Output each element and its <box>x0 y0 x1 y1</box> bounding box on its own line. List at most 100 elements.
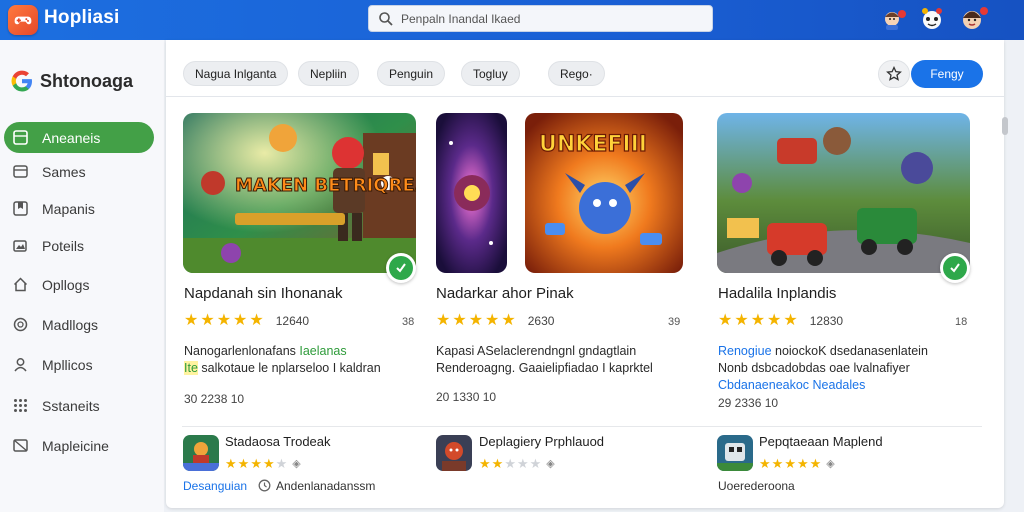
verified-badge-icon <box>386 253 416 283</box>
game-controller-icon[interactable] <box>8 5 38 35</box>
star-icon: ★ <box>796 456 809 471</box>
tag-icon: ◈ <box>826 458 835 470</box>
card-icon <box>12 164 28 180</box>
card-title[interactable]: Hadalila Inplandis <box>718 285 836 302</box>
star-icon: ★ <box>275 456 288 471</box>
game-card-art[interactable]: UNKEFIII <box>525 113 683 273</box>
rating-row: ★ ★ ★ ★ ★ 12640 <box>184 313 309 329</box>
mini-app-title[interactable]: Pepqtaeaan Maplend <box>759 434 883 449</box>
user-avatar-icon[interactable] <box>958 3 990 35</box>
sidebar-item-label: Poteils <box>42 237 85 254</box>
card-description: Kapasi ASelaclerendngnl gndagtlain Rende… <box>436 344 653 375</box>
star-rating: ★ ★ ★ ★ ★ <box>718 313 800 329</box>
star-icon: ★ <box>485 312 500 329</box>
star-icon: ★ <box>734 312 749 329</box>
game-card-art[interactable]: MAKEN BETRIQREAI <box>183 113 416 273</box>
mini-app-sub: Andenlanadanssm <box>276 479 376 493</box>
card-meta: 20 1330 10 <box>436 390 497 404</box>
star-icon: ★ <box>184 312 199 329</box>
star-icon: ★ <box>767 312 782 329</box>
brand[interactable]: Shtonoaga <box>8 67 133 95</box>
star-icon: ★ <box>529 456 542 471</box>
scroll-thumb[interactable] <box>1002 117 1008 135</box>
brand-name: Shtonoaga <box>40 70 133 91</box>
sidebar-item-label: Sames <box>42 163 86 180</box>
sidebar-item-poteils[interactable]: Poteils <box>4 230 154 261</box>
sidebar-item-mpllicos[interactable]: Mpllicos <box>4 349 154 380</box>
sidebar-item-label: Mapanis <box>42 200 95 217</box>
star-icon: ★ <box>250 456 262 471</box>
star-icon: ★ <box>479 456 491 471</box>
main-panel: Nagua Inlganta Nepliin Penguin Togluy Re… <box>166 40 1008 508</box>
card-meta: 30 2238 10 <box>184 392 245 406</box>
filter-chip[interactable]: Nepliin <box>298 61 359 86</box>
star-outline-icon <box>886 66 902 81</box>
card-title[interactable]: Napdanah sin Ihonanak <box>184 285 342 302</box>
star-icon: ★ <box>233 312 248 329</box>
scrollbar[interactable] <box>1002 112 1008 332</box>
sidebar-item-label: Mpllicos <box>42 356 93 373</box>
filter-chip[interactable]: Nagua Inlganta <box>183 61 289 86</box>
card-title[interactable]: Nadarkar ahor Pinak <box>436 285 574 302</box>
brand-logo-icon <box>11 70 32 92</box>
primary-action-button[interactable]: Fengy <box>911 60 983 88</box>
sidebar-item-opllogs[interactable]: Opllogs <box>4 269 154 300</box>
grid-icon <box>12 130 28 146</box>
sidebar-item-sstaneits[interactable]: Sstaneits <box>4 390 154 421</box>
mini-app-sub: Desanguian <box>183 479 248 493</box>
rating-count: 12640 <box>275 314 310 328</box>
search-bar[interactable] <box>368 5 713 32</box>
game-card-art[interactable] <box>717 113 970 273</box>
mini-app-icon[interactable] <box>183 435 219 471</box>
app-title: Hopliasi <box>44 7 120 28</box>
rating-row: ★ ★ ★ ★ ★ 2630 <box>436 313 554 329</box>
filter-chip[interactable]: Penguin <box>377 61 446 86</box>
card-meta: 29 2336 10 <box>718 396 779 410</box>
clock-icon <box>258 479 271 492</box>
star-icon: ★ <box>783 312 798 329</box>
star-icon: ★ <box>216 312 232 329</box>
star-icon: ★ <box>504 456 516 471</box>
mini-app-icon[interactable] <box>436 435 472 471</box>
home-icon <box>12 277 28 293</box>
filter-bar: Nagua Inlganta Nepliin Penguin Togluy Re… <box>166 40 1004 97</box>
star-icon: ★ <box>262 456 275 471</box>
star-rating: ★ ★ ★ ★ ★ ◈ <box>759 457 835 470</box>
sidebar-item-label: Aneaneis <box>42 129 101 146</box>
sidebar-item-madllogs[interactable]: Madllogs <box>4 309 154 340</box>
sidebar-item-label: Sstaneits <box>42 397 100 414</box>
sidebar-item-label: Opllogs <box>42 276 90 293</box>
star-icon: ★ <box>759 456 771 471</box>
rating-count: 12830 <box>809 314 844 328</box>
search-input[interactable] <box>401 10 701 28</box>
card-art-title: MAKEN BETRIQREAI <box>235 175 416 196</box>
top-bar: Hopliasi <box>0 0 1024 40</box>
mascot-avatar-icon[interactable] <box>878 3 910 35</box>
mini-app-title[interactable]: Deplagiery Prphlauod <box>479 434 604 449</box>
sidebar-item-mapanis[interactable]: Mapanis <box>4 193 154 224</box>
star-icon: ★ <box>771 456 784 471</box>
favorite-button[interactable] <box>878 60 910 88</box>
star-rating: ★ ★ ★ ★ ★ ◈ <box>479 457 555 470</box>
image-icon <box>12 238 28 254</box>
star-icon: ★ <box>436 312 451 329</box>
card-art-title: UNKEFIII <box>539 132 647 157</box>
mini-app-sub: Uoerederoona <box>718 479 795 493</box>
filter-chip[interactable]: Rego· <box>548 61 605 86</box>
sidebar: Shtonoaga Aneaneis Sames Mapanis Poteils… <box>0 40 164 512</box>
game-card-art-side[interactable] <box>436 113 507 273</box>
sidebar-item-aneaneis[interactable]: Aneaneis <box>4 122 154 153</box>
mini-app-icon[interactable] <box>717 435 753 471</box>
tag-icon: ◈ <box>546 458 555 470</box>
sidebar-item-mapleicine[interactable]: Mapleicine <box>4 430 154 461</box>
star-rating: ★ ★ ★ ★ ★ ◈ <box>225 457 301 470</box>
character-avatar-icon[interactable] <box>916 3 948 35</box>
divider <box>182 426 982 427</box>
mini-app-title[interactable]: Stadaosa Trodeak <box>225 434 331 449</box>
star-icon: ★ <box>491 456 504 471</box>
star-icon: ★ <box>468 312 484 329</box>
rating-count: 2630 <box>527 314 555 328</box>
sidebar-item-sames[interactable]: Sames <box>4 156 154 187</box>
filter-chip[interactable]: Togluy <box>461 61 520 86</box>
sidebar-item-label: Mapleicine <box>42 437 109 454</box>
